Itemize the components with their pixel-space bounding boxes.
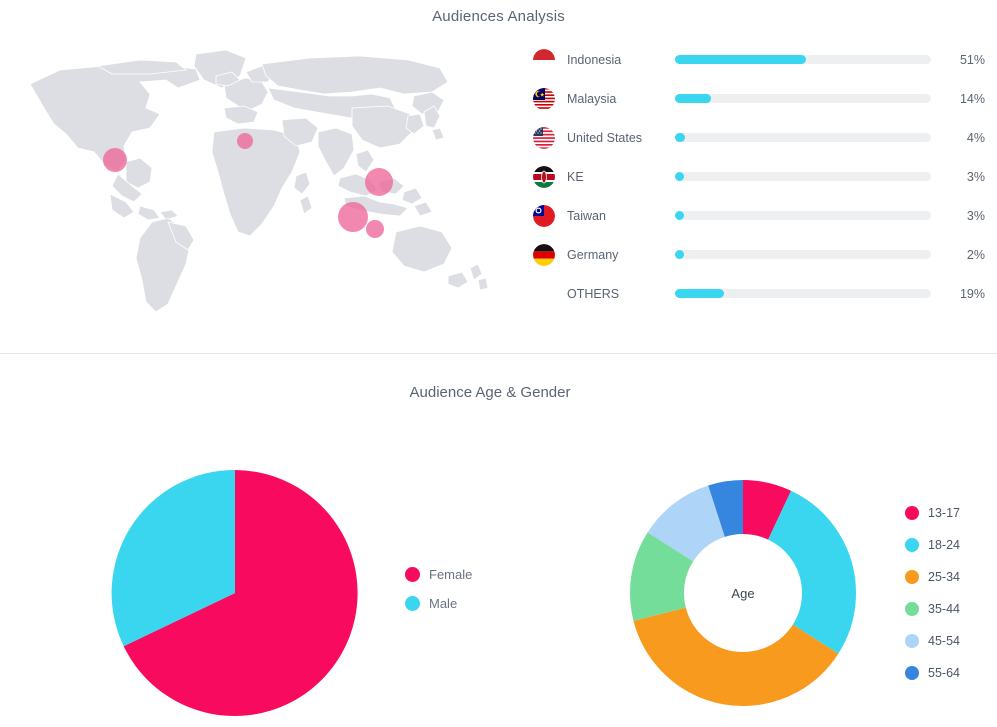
- legend-label: Female: [429, 567, 472, 582]
- flag-germany-icon: [533, 244, 555, 266]
- country-bar-fill: [675, 133, 685, 142]
- legend-label: 35-44: [928, 602, 960, 616]
- country-row-germany[interactable]: Germany 2%: [533, 235, 985, 274]
- germany-bubble: [237, 133, 253, 149]
- legend-swatch-35-44: [905, 602, 919, 616]
- country-row-others[interactable]: OTHERS 19%: [533, 274, 985, 313]
- country-name: Germany: [567, 248, 675, 262]
- flag-malaysia-icon: [533, 88, 555, 110]
- legend-swatch-female: [405, 567, 420, 582]
- country-bar-track: [675, 133, 931, 142]
- legend-item-55-64[interactable]: 55-64: [905, 657, 960, 689]
- country-percent: 4%: [945, 131, 985, 145]
- legend-label: 18-24: [928, 538, 960, 552]
- legend-item-25-34[interactable]: 25-34: [905, 561, 960, 593]
- legend-label: 45-54: [928, 634, 960, 648]
- country-bar-track: [675, 289, 931, 298]
- audiences-analysis-title: Audiences Analysis: [0, 8, 997, 25]
- country-name: KE: [567, 170, 675, 184]
- country-bar-track: [675, 94, 931, 103]
- age-donut-chart[interactable]: Age: [618, 468, 868, 718]
- taiwan-bubble: [365, 168, 393, 196]
- country-bar-track: [675, 55, 931, 64]
- country-name: United States: [567, 131, 675, 145]
- country-bar-fill: [675, 211, 684, 220]
- country-bar-track: [675, 250, 931, 259]
- legend-swatch-male: [405, 596, 420, 611]
- country-row-taiwan[interactable]: Taiwan 3%: [533, 196, 985, 235]
- country-percent: 3%: [945, 170, 985, 184]
- united-states-bubble: [103, 148, 127, 172]
- legend-label: 55-64: [928, 666, 960, 680]
- legend-label: Male: [429, 596, 457, 611]
- gender-legend: Female Male: [405, 560, 472, 618]
- legend-item-male[interactable]: Male: [405, 589, 472, 618]
- flag-taiwan-icon: [533, 205, 555, 227]
- country-percent: 3%: [945, 209, 985, 223]
- country-bar-track: [675, 211, 931, 220]
- legend-swatch-45-54: [905, 634, 919, 648]
- country-row-indonesia[interactable]: Indonesia 51%: [533, 40, 985, 79]
- country-name: Taiwan: [567, 209, 675, 223]
- flag-placeholder-icon: [533, 283, 555, 305]
- gender-pie-chart[interactable]: [110, 468, 360, 718]
- country-row-ke[interactable]: KE 3%: [533, 157, 985, 196]
- indonesia-bubble: [338, 202, 368, 232]
- legend-label: 25-34: [928, 570, 960, 584]
- legend-item-female[interactable]: Female: [405, 560, 472, 589]
- country-row-united-states[interactable]: United States 4%: [533, 118, 985, 157]
- legend-item-35-44[interactable]: 35-44: [905, 593, 960, 625]
- country-name: Indonesia: [567, 53, 675, 67]
- country-percent: 51%: [945, 53, 985, 67]
- legend-item-45-54[interactable]: 45-54: [905, 625, 960, 657]
- country-bar-fill: [675, 289, 724, 298]
- legend-item-13-17[interactable]: 13-17: [905, 497, 960, 529]
- country-percent: 14%: [945, 92, 985, 106]
- world-map[interactable]: [0, 36, 500, 326]
- country-percent: 2%: [945, 248, 985, 262]
- country-bar-fill: [675, 55, 806, 64]
- legend-label: 13-17: [928, 506, 960, 520]
- legend-item-18-24[interactable]: 18-24: [905, 529, 960, 561]
- malaysia-bubble: [366, 220, 384, 238]
- country-bar-track: [675, 172, 931, 181]
- country-bar-fill: [675, 250, 684, 259]
- country-name: Malaysia: [567, 92, 675, 106]
- audience-age-gender-title: Audience Age & Gender: [0, 384, 980, 401]
- flag-indonesia-icon: [533, 49, 555, 71]
- legend-swatch-18-24: [905, 538, 919, 552]
- country-percent: 19%: [945, 287, 985, 301]
- country-row-malaysia[interactable]: Malaysia 14%: [533, 79, 985, 118]
- flag-kenya-icon: [533, 166, 555, 188]
- country-bar-fill: [675, 172, 684, 181]
- audiences-analysis-section: Audiences Analysis: [0, 0, 997, 353]
- audiences-dashboard: Audiences Analysis: [0, 0, 997, 727]
- country-breakdown-list: Indonesia 51%: [533, 40, 985, 313]
- country-bar-fill: [675, 94, 711, 103]
- age-legend: 13-17 18-24 25-34 35-44 45-54 55-64: [905, 497, 960, 689]
- country-name: OTHERS: [567, 287, 675, 301]
- flag-united-states-icon: [533, 127, 555, 149]
- legend-swatch-13-17: [905, 506, 919, 520]
- legend-swatch-55-64: [905, 666, 919, 680]
- legend-swatch-25-34: [905, 570, 919, 584]
